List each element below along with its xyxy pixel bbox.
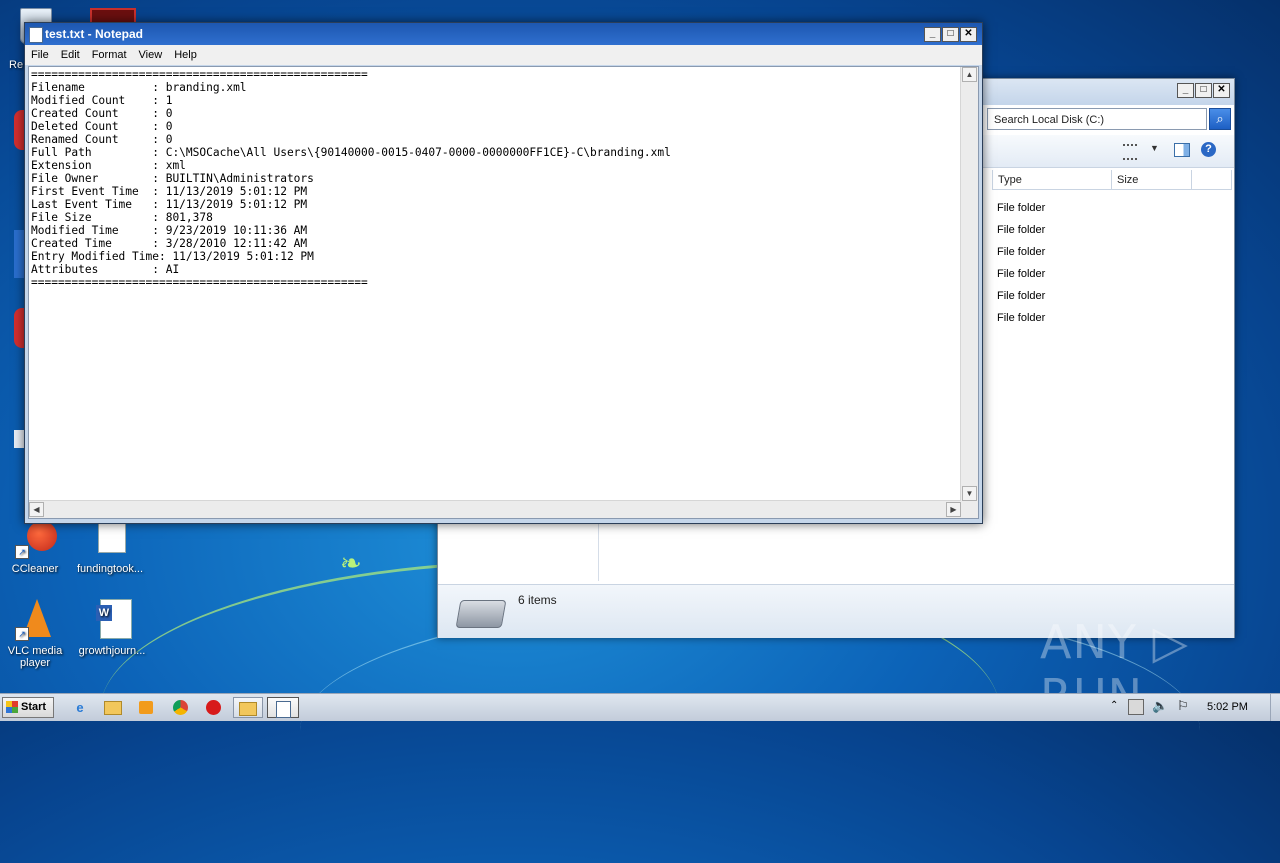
- action-center-flag-icon[interactable]: ⚐: [1177, 698, 1189, 714]
- list-item-type[interactable]: File folder: [997, 224, 1045, 236]
- growthjourn-label: growthjourn...: [78, 645, 146, 657]
- ccleaner-label: CCleaner: [11, 563, 59, 575]
- list-item-type[interactable]: File folder: [997, 312, 1045, 324]
- menu-file[interactable]: File: [25, 45, 55, 65]
- column-header-size[interactable]: Size: [1112, 170, 1192, 190]
- resize-grip-icon[interactable]: [961, 501, 978, 518]
- horizontal-scrollbar[interactable]: ◀ ▶: [29, 500, 961, 518]
- notepad-taskbar-button[interactable]: [267, 697, 299, 718]
- vertical-scrollbar[interactable]: ▲ ▼: [960, 67, 978, 501]
- show-hidden-icons-icon[interactable]: ⌃: [1110, 700, 1118, 711]
- search-icon[interactable]: ⌕: [1209, 108, 1231, 130]
- start-button[interactable]: Start: [2, 697, 54, 718]
- minimize-button[interactable]: _: [924, 27, 941, 42]
- text-editor[interactable]: ========================================…: [28, 66, 979, 519]
- notepad-window-controls: _ □ ✕: [924, 27, 977, 42]
- menu-help[interactable]: Help: [168, 45, 203, 65]
- windows-logo-icon: [6, 701, 18, 713]
- notepad-icon: [29, 27, 43, 43]
- explorer-taskbar-button[interactable]: [233, 697, 263, 718]
- show-desktop-button[interactable]: [1270, 694, 1280, 721]
- maximize-button[interactable]: □: [942, 27, 959, 42]
- desktop-edge-icon-4[interactable]: [14, 430, 24, 448]
- chrome-icon[interactable]: [169, 697, 191, 718]
- minimize-button[interactable]: _: [1177, 83, 1194, 98]
- menu-format[interactable]: Format: [86, 45, 133, 65]
- opera-icon[interactable]: [202, 697, 224, 718]
- column-header-type[interactable]: Type: [992, 170, 1112, 190]
- chevron-down-icon[interactable]: ▼: [1150, 143, 1159, 153]
- close-button[interactable]: ✕: [1213, 83, 1230, 98]
- preview-pane-icon[interactable]: [1174, 143, 1190, 157]
- item-count: 6 items: [518, 593, 557, 607]
- wallpaper-leaf: ❧: [340, 548, 362, 578]
- menu-bar: File Edit Format View Help: [25, 45, 982, 65]
- menu-view[interactable]: View: [133, 45, 169, 65]
- menu-edit[interactable]: Edit: [55, 45, 86, 65]
- shortcut-arrow-icon: ↗: [15, 627, 29, 641]
- scroll-up-arrow-icon[interactable]: ▲: [962, 67, 977, 82]
- document-text[interactable]: ========================================…: [31, 68, 671, 289]
- search-input[interactable]: Search Local Disk (C:): [987, 108, 1207, 130]
- vlc-desktop-icon[interactable]: ↗ VLC media player: [0, 597, 70, 669]
- volume-icon[interactable]: 🔈: [1152, 698, 1168, 714]
- help-icon[interactable]: ?: [1201, 142, 1216, 157]
- list-item-type[interactable]: File folder: [997, 202, 1045, 214]
- maximize-button[interactable]: □: [1195, 83, 1212, 98]
- recycle-bin-label: Re: [9, 59, 24, 71]
- taskbar: Start e ⌃ 🔈 ⚐ 5:02 PM: [0, 693, 1280, 721]
- view-options-icon[interactable]: [1123, 144, 1137, 160]
- fundingtook-label: fundingtook...: [76, 563, 144, 575]
- notepad-titlebar[interactable]: test.txt - Notepad _ □ ✕: [25, 23, 982, 45]
- scroll-down-arrow-icon[interactable]: ▼: [962, 486, 977, 501]
- notepad-window: test.txt - Notepad _ □ ✕ File Edit Forma…: [24, 22, 983, 524]
- desktop-edge-icon-2[interactable]: [14, 230, 24, 278]
- window-title: test.txt - Notepad: [45, 27, 144, 41]
- vlc-cone-icon: ↗: [13, 597, 57, 641]
- network-icon[interactable]: [1128, 699, 1144, 715]
- list-item-type[interactable]: File folder: [997, 290, 1045, 302]
- explorer-window-controls: _ □ ✕: [1177, 83, 1230, 98]
- growthjourn-desktop-icon[interactable]: W growthjourn...: [77, 597, 147, 657]
- ccleaner-desktop-icon[interactable]: ↗ CCleaner: [0, 515, 70, 575]
- start-label: Start: [21, 701, 47, 713]
- scroll-left-arrow-icon[interactable]: ◀: [29, 502, 44, 517]
- list-item-type[interactable]: File folder: [997, 268, 1045, 280]
- close-button[interactable]: ✕: [960, 27, 977, 42]
- internet-explorer-icon[interactable]: e: [69, 697, 91, 718]
- clock[interactable]: 5:02 PM: [1207, 701, 1248, 713]
- hard-drive-icon: [455, 600, 507, 628]
- fundingtook-desktop-icon[interactable]: fundingtook...: [75, 515, 145, 575]
- media-player-icon[interactable]: [135, 697, 157, 718]
- shortcut-arrow-icon: ↗: [15, 545, 29, 559]
- column-header-extra[interactable]: [1192, 170, 1232, 190]
- vlc-label: VLC media player: [7, 645, 63, 669]
- scroll-right-arrow-icon[interactable]: ▶: [946, 502, 961, 517]
- list-item-type[interactable]: File folder: [997, 246, 1045, 258]
- file-explorer-icon[interactable]: [102, 697, 124, 718]
- word-document-icon: W: [90, 597, 134, 641]
- system-tray: ⌃ 🔈 ⚐: [1104, 694, 1280, 721]
